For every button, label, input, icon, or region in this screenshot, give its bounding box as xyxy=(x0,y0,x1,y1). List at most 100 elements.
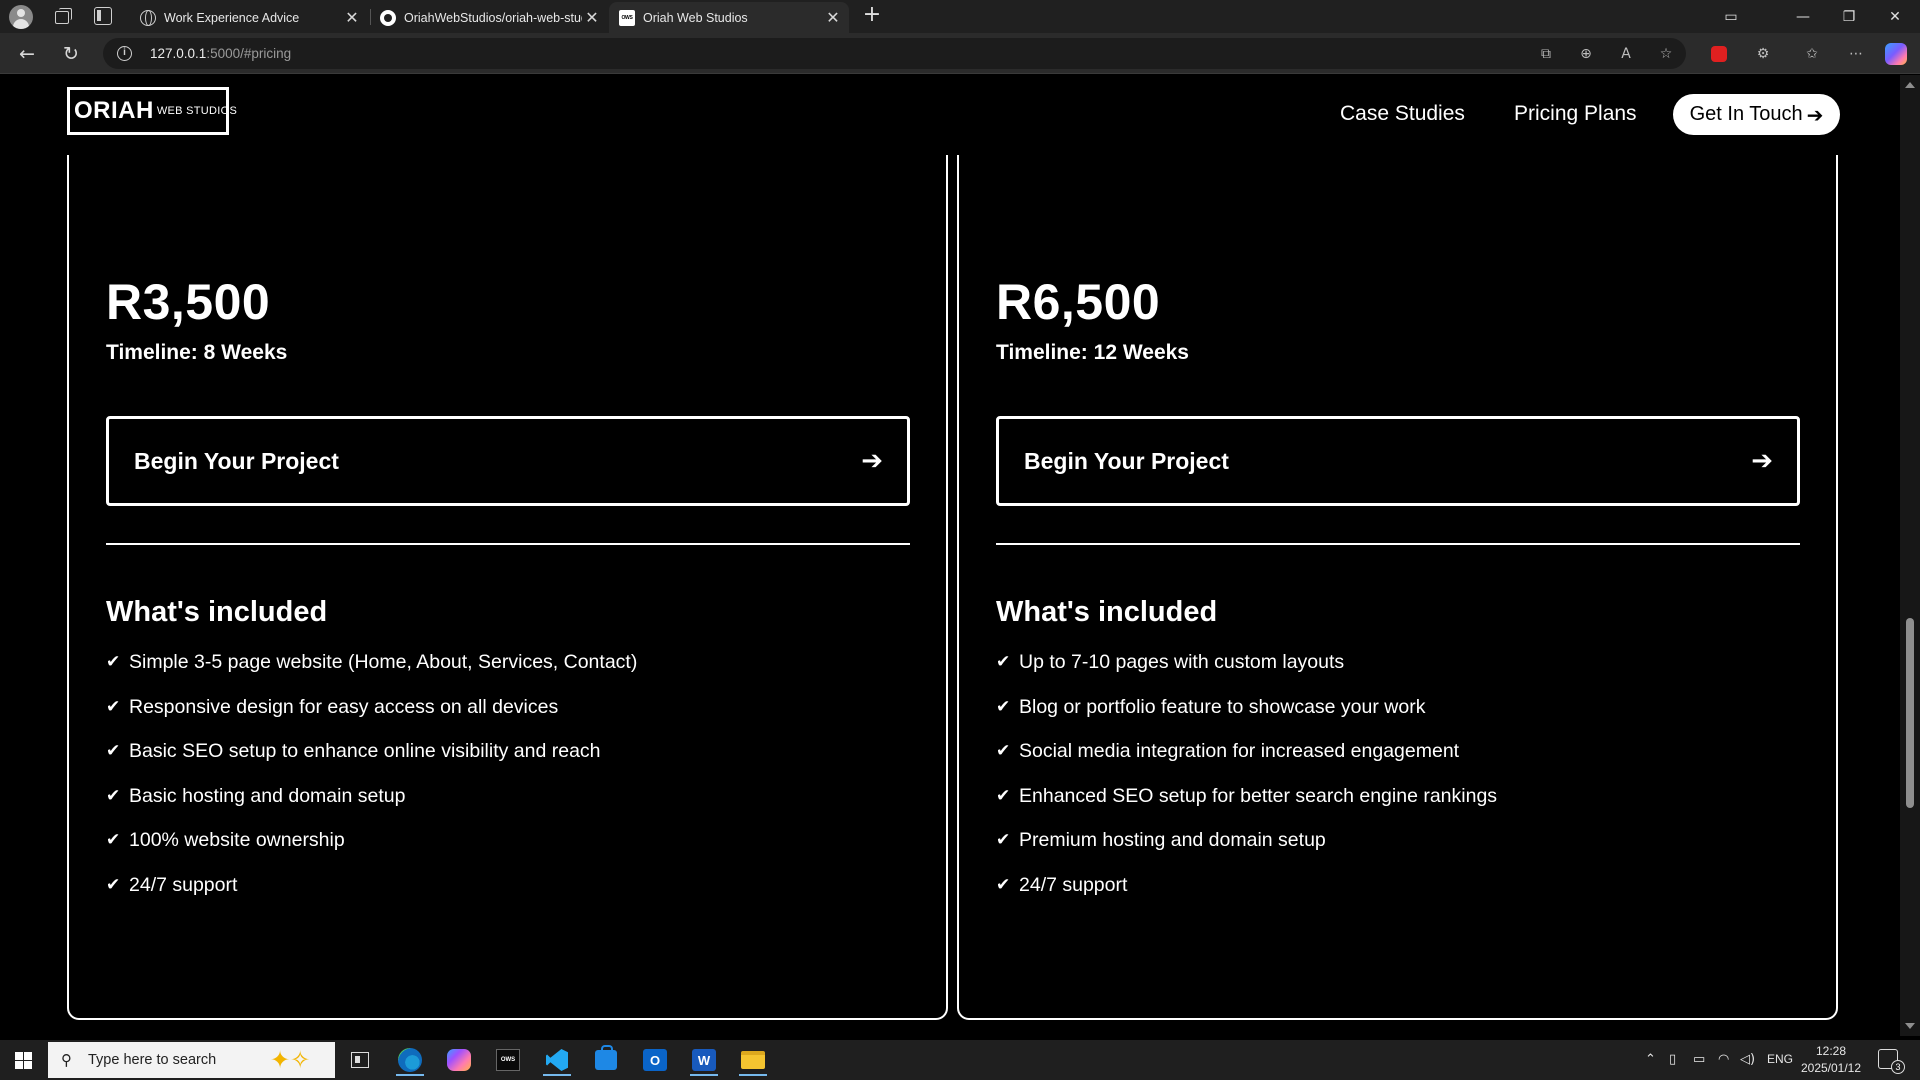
notification-count: 3 xyxy=(1891,1060,1905,1074)
wifi-icon[interactable]: ◠ xyxy=(1718,1052,1729,1067)
scroll-up-arrow-icon[interactable] xyxy=(1905,82,1915,88)
pricing-card-standard: R6,500 Timeline: 12 Weeks Begin Your Pro… xyxy=(957,125,1838,1020)
checkmark-icon: ✔ xyxy=(106,652,121,672)
feature-item: ✔ Basic SEO setup to enhance online visib… xyxy=(106,740,601,762)
battery-icon[interactable]: ▭ xyxy=(1693,1052,1705,1067)
tab-github[interactable]: OriahWebStudios/oriah-web-stud ✕ xyxy=(370,2,608,33)
more-menu-icon[interactable]: ⋯ xyxy=(1846,44,1866,64)
address-bar[interactable]: i 127.0.0.1:5000/#pricing xyxy=(103,38,1686,69)
close-icon[interactable]: ✕ xyxy=(823,8,843,27)
card-divider xyxy=(106,543,910,545)
site-logo[interactable]: ORIAH WEB STUDIOS xyxy=(67,87,237,135)
nav-case-studies[interactable]: Case Studies xyxy=(1340,102,1465,126)
taskbar-store[interactable] xyxy=(586,1044,626,1076)
plan-price: R3,500 xyxy=(106,274,271,330)
arrow-right-icon: ➔ xyxy=(861,446,883,476)
checkmark-icon: ✔ xyxy=(106,785,121,806)
cast-icon[interactable]: ▭ xyxy=(1708,0,1754,33)
plan-timeline: Timeline: 8 Weeks xyxy=(106,341,288,364)
begin-project-button[interactable]: Begin Your Project ➔ xyxy=(106,416,910,506)
copilot-icon[interactable] xyxy=(1885,43,1907,65)
plan-price: R6,500 xyxy=(996,274,1161,330)
taskbar-copilot[interactable] xyxy=(439,1044,479,1076)
tab-title: OriahWebStudios/oriah-web-stud xyxy=(404,10,582,25)
taskbar-word[interactable]: W xyxy=(684,1044,724,1076)
zoom-icon[interactable]: ⊕ xyxy=(1576,44,1596,64)
page-scrollbar[interactable] xyxy=(1900,75,1920,1036)
ows-app-icon: OWS xyxy=(496,1049,520,1071)
favorite-star-icon[interactable]: ☆ xyxy=(1656,44,1676,64)
read-aloud-icon[interactable]: A xyxy=(1616,44,1636,64)
open-in-app-icon[interactable]: ⧉ xyxy=(1536,44,1556,64)
checkmark-icon: ✔ xyxy=(996,741,1011,761)
workspaces-icon[interactable] xyxy=(52,6,72,26)
pricing-card-basic: R3,500 Timeline: 8 Weeks Begin Your Proj… xyxy=(67,125,948,1020)
begin-project-button[interactable]: Begin Your Project ➔ xyxy=(996,416,1800,506)
restore-button[interactable]: ❐ xyxy=(1826,0,1872,33)
clock[interactable]: 12:28 2025/01/12 xyxy=(1800,1043,1862,1077)
url-text: 127.0.0.1:5000/#pricing xyxy=(150,46,292,61)
globe-icon xyxy=(140,9,156,26)
get-in-touch-label: Get In Touch xyxy=(1689,103,1803,125)
vscode-icon xyxy=(546,1049,568,1071)
included-heading: What's included xyxy=(106,596,328,628)
taskbar-edge[interactable] xyxy=(390,1044,430,1076)
chevron-up-icon[interactable]: ⌃ xyxy=(1645,1052,1656,1067)
close-icon[interactable]: ✕ xyxy=(342,8,362,27)
plan-timeline: Timeline: 12 Weeks xyxy=(996,341,1189,364)
tab-actions-icon[interactable] xyxy=(94,7,112,25)
new-tab-button[interactable]: + xyxy=(860,4,884,28)
site-info-icon[interactable]: i xyxy=(117,46,132,61)
back-button[interactable]: ← xyxy=(13,40,41,68)
clock-date: 2025/01/12 xyxy=(1800,1061,1862,1075)
feature-item: ✔ Blog or portfolio feature to showcase y… xyxy=(996,695,1426,718)
begin-project-label: Begin Your Project xyxy=(134,447,339,474)
profile-avatar-icon[interactable] xyxy=(9,5,33,29)
task-view-button[interactable] xyxy=(340,1044,380,1076)
taskbar-file-explorer[interactable] xyxy=(733,1044,773,1076)
tab-title: Oriah Web Studios xyxy=(643,10,748,25)
feature-item: ✔ Simple 3-5 page website (Home, About, S… xyxy=(106,651,638,673)
feature-item: ✔ Social media integration for increased … xyxy=(996,740,1460,762)
volume-icon[interactable]: ◁) xyxy=(1740,1052,1755,1067)
task-view-icon xyxy=(351,1052,369,1068)
scroll-down-arrow-icon[interactable] xyxy=(1905,1023,1915,1029)
store-icon xyxy=(595,1045,617,1070)
reload-button[interactable]: ↻ xyxy=(57,40,85,68)
checkmark-icon: ✔ xyxy=(106,696,121,717)
checkmark-icon: ✔ xyxy=(996,652,1011,672)
close-window-button[interactable]: ✕ xyxy=(1872,0,1918,33)
checkmark-icon: ✔ xyxy=(996,874,1011,895)
checkmark-icon: ✔ xyxy=(106,741,121,761)
start-button[interactable] xyxy=(15,1052,32,1069)
taskbar-search-input[interactable]: ⚲ Type here to search ✦✧ xyxy=(48,1042,335,1078)
logo-subtitle: WEB STUDIOS xyxy=(156,105,238,117)
search-placeholder: Type here to search xyxy=(88,1052,217,1068)
taskbar-outlook[interactable]: O xyxy=(635,1044,675,1076)
close-icon[interactable]: ✕ xyxy=(582,8,602,27)
scrollbar-thumb[interactable] xyxy=(1906,618,1914,808)
nav-pricing-plans[interactable]: Pricing Plans xyxy=(1514,102,1637,126)
extensions-icon[interactable]: ⚙ xyxy=(1753,44,1773,64)
sparkle-icon: ✦✧ xyxy=(270,1046,311,1074)
checkmark-icon: ✔ xyxy=(106,830,121,850)
minimize-button[interactable]: — xyxy=(1780,0,1826,33)
copilot-app-icon xyxy=(447,1049,471,1071)
tab-oriah-web-studios[interactable]: OWS Oriah Web Studios ✕ xyxy=(609,2,849,33)
feature-item: ✔ 24/7 support xyxy=(996,873,1128,896)
taskbar-ows[interactable]: OWS xyxy=(488,1044,528,1076)
feature-item: ✔ Basic hosting and domain setup xyxy=(106,784,406,807)
tab-title: Work Experience Advice xyxy=(164,10,300,25)
taskbar-vscode[interactable] xyxy=(537,1044,577,1076)
checkmark-icon: ✔ xyxy=(106,874,121,895)
feature-item: ✔ Enhanced SEO setup for better search en… xyxy=(996,784,1498,807)
word-icon: W xyxy=(692,1049,716,1071)
favorites-icon[interactable]: ✩ xyxy=(1802,44,1822,64)
language-indicator[interactable]: ENG xyxy=(1767,1052,1793,1066)
tab-work-experience[interactable]: Work Experience Advice ✕ xyxy=(130,2,368,33)
get-in-touch-button[interactable]: Get In Touch ➔ xyxy=(1673,94,1840,135)
extension-icon[interactable] xyxy=(1711,46,1727,62)
web-page: ORIAH WEB STUDIOS Case Studies Pricing P… xyxy=(4,75,1900,1036)
feature-item: ✔ Responsive design for easy access on al… xyxy=(106,695,559,718)
device-icon[interactable]: ▯ xyxy=(1669,1052,1676,1067)
